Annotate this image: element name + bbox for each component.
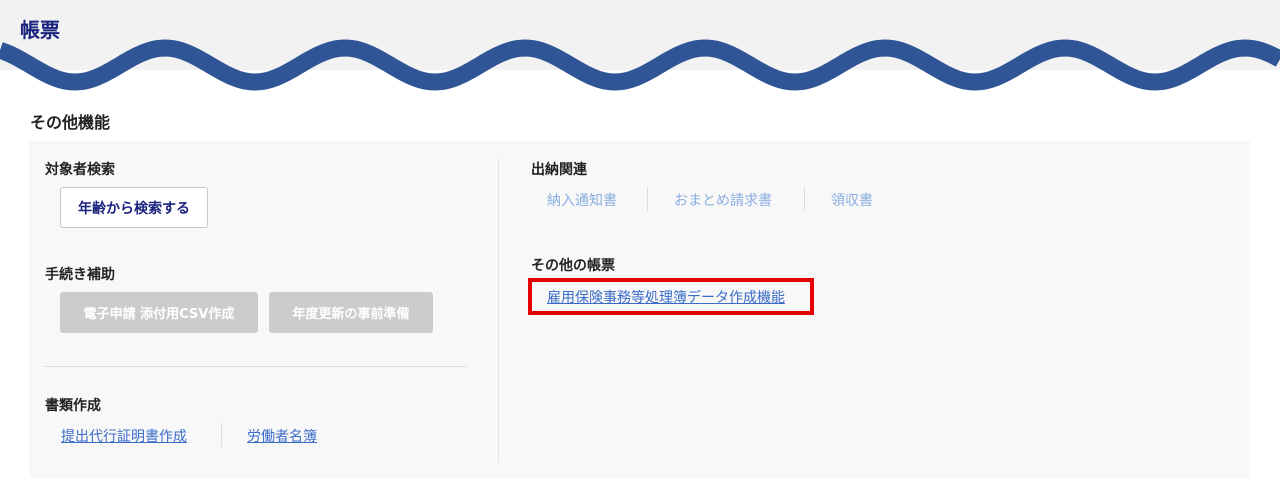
receipt-link[interactable]: 領収書 [831,190,873,210]
link-separator [804,187,805,211]
other-forms-label: その他の帳票 [531,258,615,274]
wave-divider [0,39,1280,91]
link-separator [647,187,648,211]
agency-certificate-link[interactable]: 提出代行証明書作成 [61,426,187,446]
section-title: その他機能 [30,113,111,132]
search-by-age-button[interactable]: 年齢から検索する [60,187,208,228]
annual-renewal-prep-button[interactable]: 年度更新の事前準備 [269,292,433,333]
highlight-box [528,278,814,315]
e-application-csv-button[interactable]: 電子申請 添付用CSV作成 [60,292,258,333]
link-separator [221,423,222,447]
payment-notice-link[interactable]: 納入通知書 [547,190,617,210]
section-divider [44,366,467,367]
target-search-label: 対象者検索 [45,162,115,178]
payment-label: 出納関連 [531,162,587,178]
column-divider [498,158,499,463]
procedure-assist-label: 手続き補助 [45,267,115,283]
worker-roster-link[interactable]: 労働者名簿 [247,426,317,446]
bundled-invoice-link[interactable]: おまとめ請求書 [674,190,772,210]
document-creation-label: 書類作成 [45,398,101,414]
